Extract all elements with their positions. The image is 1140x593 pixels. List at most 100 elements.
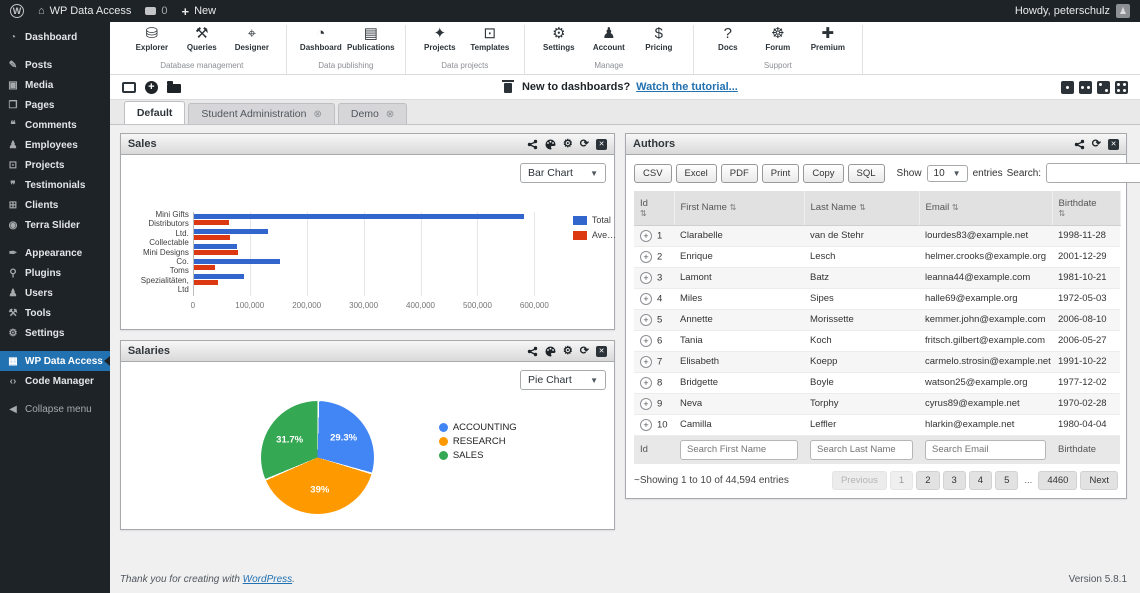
sidebar-item-pages[interactable]: ❐ Pages bbox=[0, 95, 110, 115]
expand-row-button[interactable]: + bbox=[640, 271, 652, 284]
expand-row-button[interactable]: + bbox=[640, 313, 652, 326]
layout-1-column-icon[interactable] bbox=[1061, 80, 1074, 94]
close-panel-icon[interactable]: ✕ bbox=[596, 138, 607, 150]
ribbon-button-explorer[interactable]: ⛁ Explorer bbox=[130, 25, 174, 52]
open-dashboard-icon[interactable] bbox=[166, 81, 181, 93]
csv-export-button[interactable]: CSV bbox=[634, 163, 672, 183]
ribbon-button-forum[interactable]: ☸ Forum bbox=[756, 25, 800, 52]
palette-icon[interactable] bbox=[545, 139, 556, 150]
comments-indicator[interactable]: 0 bbox=[145, 5, 168, 17]
page-button-3[interactable]: 3 bbox=[942, 470, 966, 490]
column-header-birthdate[interactable]: Birthdate ⇅ bbox=[1052, 191, 1121, 226]
close-panel-icon[interactable]: ✕ bbox=[1108, 138, 1119, 150]
print-export-button[interactable]: Print bbox=[761, 163, 800, 183]
expand-row-button[interactable]: + bbox=[640, 376, 652, 389]
ribbon-button-dashboard[interactable]: ◔ Dashboard bbox=[299, 25, 343, 52]
expand-row-button[interactable]: + bbox=[640, 334, 652, 347]
page-button-2[interactable]: 2 bbox=[916, 470, 940, 490]
salaries-chart-type-select[interactable]: Pie Chart ▼ bbox=[520, 370, 606, 390]
first-name-filter-input[interactable] bbox=[680, 439, 798, 460]
refresh-icon[interactable]: ⟳ bbox=[1092, 138, 1101, 150]
sidebar-item-plugins[interactable]: ⚲ Plugins bbox=[0, 263, 110, 283]
previous-page-button[interactable]: Previous bbox=[831, 470, 887, 490]
sidebar-item-posts[interactable]: ✎ Posts bbox=[0, 55, 110, 75]
pdf-export-button[interactable]: PDF bbox=[720, 163, 758, 183]
sidebar-item-tools[interactable]: ⚒ Tools bbox=[0, 303, 110, 323]
ribbon-button-projects[interactable]: ✦ Projects bbox=[418, 25, 462, 52]
ribbon-button-designer[interactable]: ⌖ Designer bbox=[230, 25, 274, 52]
wordpress-link[interactable]: WordPress bbox=[243, 574, 292, 585]
layout-2-column-icon[interactable] bbox=[1079, 80, 1092, 94]
tab-default[interactable]: Default bbox=[123, 101, 186, 124]
expand-row-button[interactable]: + bbox=[640, 397, 652, 410]
layout-mixed-icon[interactable] bbox=[1097, 80, 1110, 94]
tutorial-link[interactable]: Watch the tutorial... bbox=[636, 81, 738, 93]
sidebar-item-dashboard[interactable]: ◔ Dashboard bbox=[0, 27, 110, 47]
sidebar-item-testimonials[interactable]: ❞ Testimonials bbox=[0, 175, 110, 195]
page-button-4[interactable]: 4 bbox=[968, 470, 993, 490]
search-input[interactable] bbox=[1046, 163, 1140, 183]
column-header-email[interactable]: Email ⇅ bbox=[919, 191, 1053, 226]
sidebar-item-settings[interactable]: ⚙ Settings bbox=[0, 323, 110, 343]
sql-export-button[interactable]: SQL bbox=[847, 163, 885, 183]
last-name-filter-input[interactable] bbox=[810, 439, 913, 460]
site-name-menu[interactable]: ⌂ WP Data Access bbox=[38, 5, 131, 17]
avatar[interactable]: ♟ bbox=[1116, 4, 1130, 18]
sidebar-item-comments[interactable]: ❝ Comments bbox=[0, 115, 110, 135]
palette-icon[interactable] bbox=[545, 346, 556, 357]
next-page-button[interactable]: Next bbox=[1080, 470, 1118, 490]
sidebar-item-terra-slider[interactable]: ◉ Terra Slider bbox=[0, 215, 110, 235]
trash-icon[interactable] bbox=[501, 80, 514, 93]
ribbon-button-templates[interactable]: ⊡ Templates bbox=[468, 25, 512, 52]
copy-export-button[interactable]: Copy bbox=[803, 163, 844, 183]
page-button-5[interactable]: 5 bbox=[995, 470, 1019, 490]
tab-close-icon[interactable]: ⊗ bbox=[386, 109, 394, 120]
expand-row-button[interactable]: + bbox=[640, 418, 652, 431]
tab-demo[interactable]: Demo ⊗ bbox=[337, 103, 408, 124]
share-icon[interactable] bbox=[527, 139, 538, 150]
expand-row-button[interactable]: + bbox=[640, 355, 652, 368]
close-panel-icon[interactable]: ✕ bbox=[596, 345, 607, 357]
expand-row-button[interactable]: + bbox=[640, 250, 652, 263]
sidebar-item-media[interactable]: ▣ Media bbox=[0, 75, 110, 95]
wordpress-logo-icon[interactable]: W bbox=[10, 4, 24, 18]
sidebar-item-code-manager[interactable]: ‹› Code Manager bbox=[0, 371, 110, 391]
page-length-select[interactable]: 10 ▼ bbox=[926, 164, 968, 182]
sales-chart-type-select[interactable]: Bar Chart ▼ bbox=[520, 163, 606, 183]
ribbon-button-pricing[interactable]: $ Pricing bbox=[637, 25, 681, 52]
add-panel-icon[interactable]: + bbox=[144, 80, 158, 94]
share-icon[interactable] bbox=[527, 346, 538, 357]
refresh-icon[interactable]: ⟳ bbox=[580, 138, 589, 150]
ribbon-button-premium[interactable]: ✚ Premium bbox=[806, 25, 850, 52]
ribbon-button-docs[interactable]: ? Docs bbox=[706, 25, 750, 52]
share-icon[interactable] bbox=[1074, 139, 1085, 150]
ribbon-button-account[interactable]: ♟ Account bbox=[587, 25, 631, 52]
column-header-id[interactable]: Id ⇅ bbox=[634, 191, 675, 226]
howdy-text[interactable]: Howdy, peterschulz bbox=[1015, 5, 1110, 17]
page-button-4460[interactable]: 4460 bbox=[1038, 470, 1078, 490]
new-dashboard-icon[interactable] bbox=[121, 81, 136, 93]
ribbon-button-publications[interactable]: ▤ Publications bbox=[347, 25, 395, 52]
expand-row-button[interactable]: + bbox=[640, 229, 652, 242]
expand-row-button[interactable]: + bbox=[640, 292, 652, 305]
ribbon-button-queries[interactable]: ⚒ Queries bbox=[180, 25, 224, 52]
gear-icon[interactable]: ⚙ bbox=[563, 345, 573, 357]
page-button-1[interactable]: 1 bbox=[889, 470, 914, 490]
column-header-last-name[interactable]: Last Name ⇅ bbox=[804, 191, 920, 226]
sidebar-item-wp-data-access[interactable]: ▦ WP Data Access bbox=[0, 351, 110, 371]
new-content-menu[interactable]: + New bbox=[182, 5, 217, 18]
sidebar-item-clients[interactable]: ⊞ Clients bbox=[0, 195, 110, 215]
excel-export-button[interactable]: Excel bbox=[675, 163, 717, 183]
ribbon-button-settings[interactable]: ⚙ Settings bbox=[537, 25, 581, 52]
sidebar-item-users[interactable]: ♟ Users bbox=[0, 283, 110, 303]
layout-4-panel-icon[interactable] bbox=[1115, 80, 1128, 94]
tab-student-administration[interactable]: Student Administration ⊗ bbox=[188, 103, 335, 124]
sidebar-item-projects[interactable]: ⊡ Projects bbox=[0, 155, 110, 175]
column-header-first-name[interactable]: First Name ⇅ bbox=[674, 191, 805, 226]
sidebar-item-collapse-menu[interactable]: ◀ Collapse menu bbox=[0, 399, 110, 419]
email-filter-input[interactable] bbox=[925, 439, 1046, 460]
gear-icon[interactable]: ⚙ bbox=[563, 138, 573, 150]
sidebar-item-appearance[interactable]: ✒ Appearance bbox=[0, 243, 110, 263]
tab-close-icon[interactable]: ⊗ bbox=[313, 109, 321, 120]
refresh-icon[interactable]: ⟳ bbox=[580, 345, 589, 357]
